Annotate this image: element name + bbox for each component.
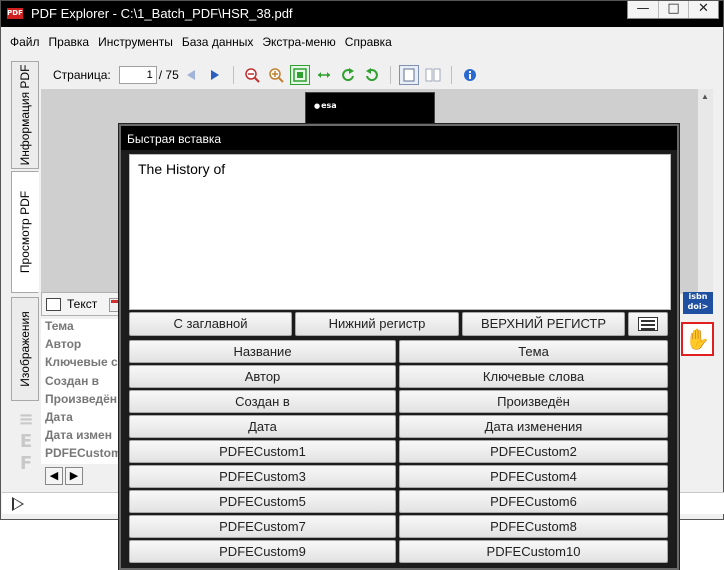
field-insert-button[interactable]: PDFECustom6	[399, 490, 668, 513]
field-insert-button[interactable]: Автор	[129, 365, 396, 388]
tab-images[interactable]: Изображения	[11, 297, 39, 401]
prev-page-icon[interactable]	[181, 65, 201, 85]
page-number-input[interactable]	[118, 66, 157, 84]
menu-bar: Файл Правка Инструменты База данных Экст…	[1, 31, 397, 53]
field-insert-button[interactable]: PDFECustom7	[129, 515, 396, 538]
close-button[interactable]: ✕	[688, 1, 718, 18]
toolbar-separator	[450, 66, 452, 84]
text-tab-icon	[46, 297, 61, 311]
field-insert-button[interactable]: PDFECustom2	[399, 440, 668, 463]
menu-help[interactable]: Справка	[341, 31, 397, 53]
vertical-tabs: Информация PDF Просмотр PDF Изображения	[11, 61, 39, 401]
hand-tool-icon[interactable]: ✋	[681, 322, 714, 356]
field-insert-button[interactable]: PDFECustom4	[399, 465, 668, 488]
side-toolbar-icons: ≡ E F	[14, 409, 38, 499]
menu-extra[interactable]: Экстра-меню	[258, 31, 340, 53]
property-label[interactable]: Произведён	[41, 392, 131, 410]
tab-pdf-info[interactable]: Информация PDF	[11, 61, 39, 169]
list-glyph-icon	[638, 317, 658, 331]
field-insert-button[interactable]: Название	[129, 340, 396, 363]
text-field-icon[interactable]: E	[14, 431, 38, 453]
rotate-ccw-icon[interactable]	[338, 65, 358, 85]
field-insert-button[interactable]: PDFECustom10	[399, 540, 668, 563]
title-bar[interactable]: PDF PDF Explorer - C:\1_Batch_PDF\HSR_38…	[1, 1, 723, 27]
property-label[interactable]: Дата измен	[41, 428, 131, 446]
maximize-button[interactable]: □	[658, 1, 688, 18]
minimize-button[interactable]: —	[628, 1, 658, 18]
toolbar-separator	[232, 66, 234, 84]
uppercase-button[interactable]: ВЕРХНИЙ РЕГИСТР	[462, 312, 625, 336]
list-icon[interactable]	[628, 312, 668, 336]
esa-logo: esa	[314, 101, 337, 110]
nav-prev-button[interactable]: ◀	[45, 467, 63, 485]
viewer-scrollbar[interactable]	[697, 89, 713, 294]
page-label: Страница:	[53, 68, 111, 82]
menu-tools[interactable]: Инструменты	[94, 31, 178, 53]
field-insert-button[interactable]: PDFECustom1	[129, 440, 396, 463]
isbn-doi-icon[interactable]: isbn doi>	[683, 292, 713, 314]
properties-list: Тема Автор Ключевые с Создан в Произведё…	[41, 319, 131, 464]
field-insert-button[interactable]: Тема	[399, 340, 668, 363]
field-insert-button[interactable]: PDFECustom3	[129, 465, 396, 488]
field-insert-button[interactable]: Ключевые слова	[399, 365, 668, 388]
fit-width-icon[interactable]	[314, 65, 334, 85]
scroll-up-icon[interactable]: ▲	[698, 90, 712, 104]
field-insert-button[interactable]: PDFECustom8	[399, 515, 668, 538]
isbn-label: isbn	[688, 292, 708, 301]
properties-tab-label: Текст	[67, 297, 98, 311]
toolbar: Страница: / 75	[41, 62, 713, 88]
quick-insert-dialog: Быстрая вставка С заглавной Нижний регис…	[119, 124, 679, 570]
zoom-in-icon[interactable]	[266, 65, 286, 85]
property-label[interactable]: Ключевые с	[41, 355, 131, 373]
tab-pdf-view[interactable]: Просмотр PDF	[11, 171, 39, 293]
zoom-out-icon[interactable]	[242, 65, 262, 85]
quick-insert-text[interactable]	[129, 154, 671, 310]
menu-edit[interactable]: Правка	[45, 31, 95, 53]
info-icon[interactable]	[460, 65, 480, 85]
lowercase-button[interactable]: Нижний регистр	[295, 312, 459, 336]
property-label[interactable]: Автор	[41, 337, 131, 355]
two-page-icon[interactable]	[423, 65, 443, 85]
tab-pdf-info-label: Информация PDF	[18, 64, 32, 166]
undo-icon[interactable]: ≡	[14, 409, 38, 431]
single-page-icon[interactable]	[398, 65, 419, 85]
fit-page-icon[interactable]	[289, 65, 310, 85]
play-icon[interactable]	[12, 497, 24, 511]
tab-pdf-view-label: Просмотр PDF	[18, 190, 32, 274]
property-label[interactable]: Тема	[41, 319, 131, 337]
record-navigation: ◀ ▶	[45, 467, 83, 485]
nav-next-button[interactable]: ▶	[65, 467, 83, 485]
page-total: / 75	[158, 68, 179, 82]
property-label[interactable]: Дата	[41, 410, 131, 428]
next-page-icon[interactable]	[205, 65, 225, 85]
field-insert-button[interactable]: Дата изменения	[399, 415, 668, 438]
field-insert-button[interactable]: PDFECustom5	[129, 490, 396, 513]
window-title: PDF Explorer - C:\1_Batch_PDF\HSR_38.pdf	[31, 6, 293, 21]
window-controls: — □ ✕	[627, 1, 719, 19]
capitalize-button[interactable]: С заглавной	[129, 312, 292, 336]
rotate-cw-icon[interactable]	[362, 65, 382, 85]
tab-images-label: Изображения	[18, 311, 32, 387]
field-insert-button[interactable]: Создан в	[129, 390, 396, 413]
doi-label: doi>	[687, 302, 709, 311]
field-insert-button[interactable]: Дата	[129, 415, 396, 438]
font-icon[interactable]: F	[14, 453, 38, 475]
field-insert-button[interactable]: PDFECustom9	[129, 540, 396, 563]
menu-file[interactable]: Файл	[1, 31, 45, 53]
property-label[interactable]: PDFECustom	[41, 446, 131, 464]
app-icon: PDF	[7, 8, 23, 19]
toolbar-separator	[389, 66, 391, 84]
field-insert-button[interactable]: Произведён	[399, 390, 668, 413]
menu-database[interactable]: База данных	[178, 31, 258, 53]
dialog-title[interactable]: Быстрая вставка	[121, 126, 677, 150]
property-label[interactable]: Создан в	[41, 374, 131, 392]
dialog-body: С заглавной Нижний регистр ВЕРХНИЙ РЕГИС…	[121, 150, 677, 568]
